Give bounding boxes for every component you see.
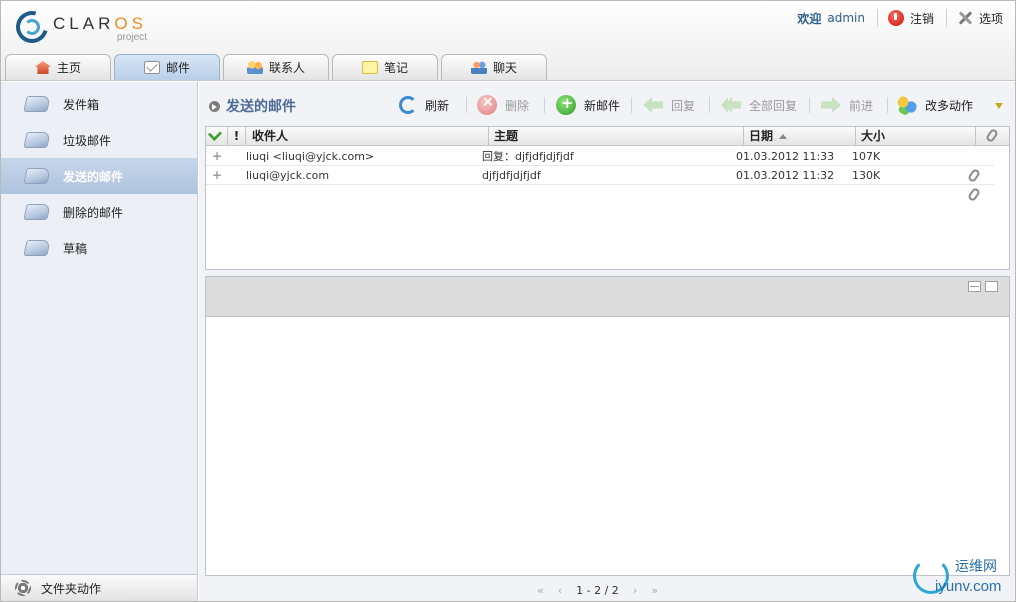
new-mail-button[interactable]: 新邮件 [556,94,620,116]
table-row[interactable]: + liuqi <liuqi@yjck.com> 回复：djfjdfjdjfjd… [206,147,994,166]
user-bar: 欢迎 admin 注销 选项 [797,8,1003,28]
forward-icon [821,97,841,113]
folder-icon [23,132,51,148]
folder-actions-button[interactable]: 文件夹动作 [1,574,197,601]
size-column[interactable]: 大小 [856,127,976,146]
expand-icon[interactable]: + [212,166,222,185]
main-tabs: 主页 邮件 联系人 笔记 聊天 [5,54,550,80]
username-link[interactable]: admin [827,11,865,25]
expand-preview-button[interactable] [985,281,998,292]
folder-icon [23,168,51,184]
folder-icon [23,204,51,220]
mail-list-header: ! 收件人 主题 日期 大小 [206,126,1009,146]
tab-mail[interactable]: 邮件 [114,54,220,80]
sort-up-icon [779,134,788,139]
folder-icon [23,96,51,112]
notes-icon [361,61,378,74]
tools-icon [957,10,973,26]
prev-page-button[interactable]: ‹ [558,584,562,597]
tab-contacts[interactable]: 联系人 [223,54,329,80]
divider [945,9,947,27]
reply-button[interactable]: 回复 [643,94,695,116]
arrow-right-icon [209,100,220,112]
watermark: 运维网 iyunv.com [913,556,1013,600]
date-column[interactable]: 日期 [744,127,856,146]
contacts-icon [246,61,263,74]
folder-spam[interactable]: 垃圾邮件 [1,122,197,158]
mail-icon [143,61,160,74]
options-button[interactable]: 选项 [957,10,1003,27]
chat-icon [470,61,487,74]
recipient-column[interactable]: 收件人 [246,127,489,146]
paperclip-icon [984,127,1000,144]
preview-header [206,277,1009,317]
page-range: 1 - 2 / 2 [576,583,619,597]
attachment-column[interactable] [976,127,1009,146]
tab-home[interactable]: 主页 [5,54,111,80]
folder-sidebar: 发件箱 垃圾邮件 发送的邮件 删除的邮件 草稿 文件夹动作 [1,82,198,601]
divider [876,9,878,27]
reply-all-button[interactable]: 全部回复 [721,94,797,116]
chevron-down-icon[interactable] [995,103,1003,109]
mail-list: ! 收件人 主题 日期 大小 + liuqi <liuqi@yjck.com> … [205,126,1010,270]
select-all-column[interactable] [206,126,228,146]
checkmark-icon [207,126,223,142]
forward-button[interactable]: 前进 [821,94,873,116]
app-window: CLAROS project 欢迎 admin 注销 选项 主页 邮件 联系人 … [0,0,1016,602]
folder-outbox[interactable]: 发件箱 [1,86,197,122]
last-page-button[interactable]: » [651,584,658,597]
more-actions-icon [897,95,917,115]
delete-button[interactable]: 删除 [477,94,529,116]
table-row[interactable]: + liuqi@yjck.com djfjdfjdjfjdf 01.03.201… [206,166,994,185]
logout-button[interactable]: 注销 [887,10,934,27]
home-icon [34,61,51,74]
gear-icon [15,580,31,596]
header: CLAROS project 欢迎 admin 注销 选项 主页 邮件 联系人 … [1,1,1015,81]
claros-logo: CLAROS project [10,5,156,49]
paperclip-icon [966,167,982,184]
folder-icon [23,240,51,256]
folder-trash[interactable]: 删除的邮件 [1,194,197,230]
collapse-preview-button[interactable] [968,281,981,292]
preview-pane [205,276,1010,576]
folder-drafts[interactable]: 草稿 [1,230,197,266]
power-icon [887,10,904,26]
reply-icon [643,97,663,113]
refresh-icon [399,96,417,114]
more-actions-button[interactable]: 改多动作 [897,94,973,116]
folder-title: 发送的邮件 [209,96,296,116]
mail-toolbar: 发送的邮件 刷新 删除 新邮件 回复 [199,82,1015,126]
refresh-button[interactable]: 刷新 [399,94,449,116]
paperclip-icon [966,186,982,203]
welcome-label: 欢迎 [797,11,822,26]
main-panel: 发送的邮件 刷新 删除 新邮件 回复 [199,82,1015,601]
folder-sent[interactable]: 发送的邮件 [1,158,197,194]
pagination: « ‹ 1 - 2 / 2 › » [537,582,672,598]
tab-notes[interactable]: 笔记 [332,54,438,80]
subject-column[interactable]: 主题 [489,127,744,146]
reply-all-icon [721,97,741,113]
add-icon [556,94,576,115]
expand-icon[interactable]: + [212,147,222,166]
flags-column[interactable]: ! [228,127,246,146]
tab-chat[interactable]: 聊天 [441,54,547,80]
delete-icon [477,94,497,115]
next-page-button[interactable]: › [633,584,637,597]
first-page-button[interactable]: « [537,584,544,597]
